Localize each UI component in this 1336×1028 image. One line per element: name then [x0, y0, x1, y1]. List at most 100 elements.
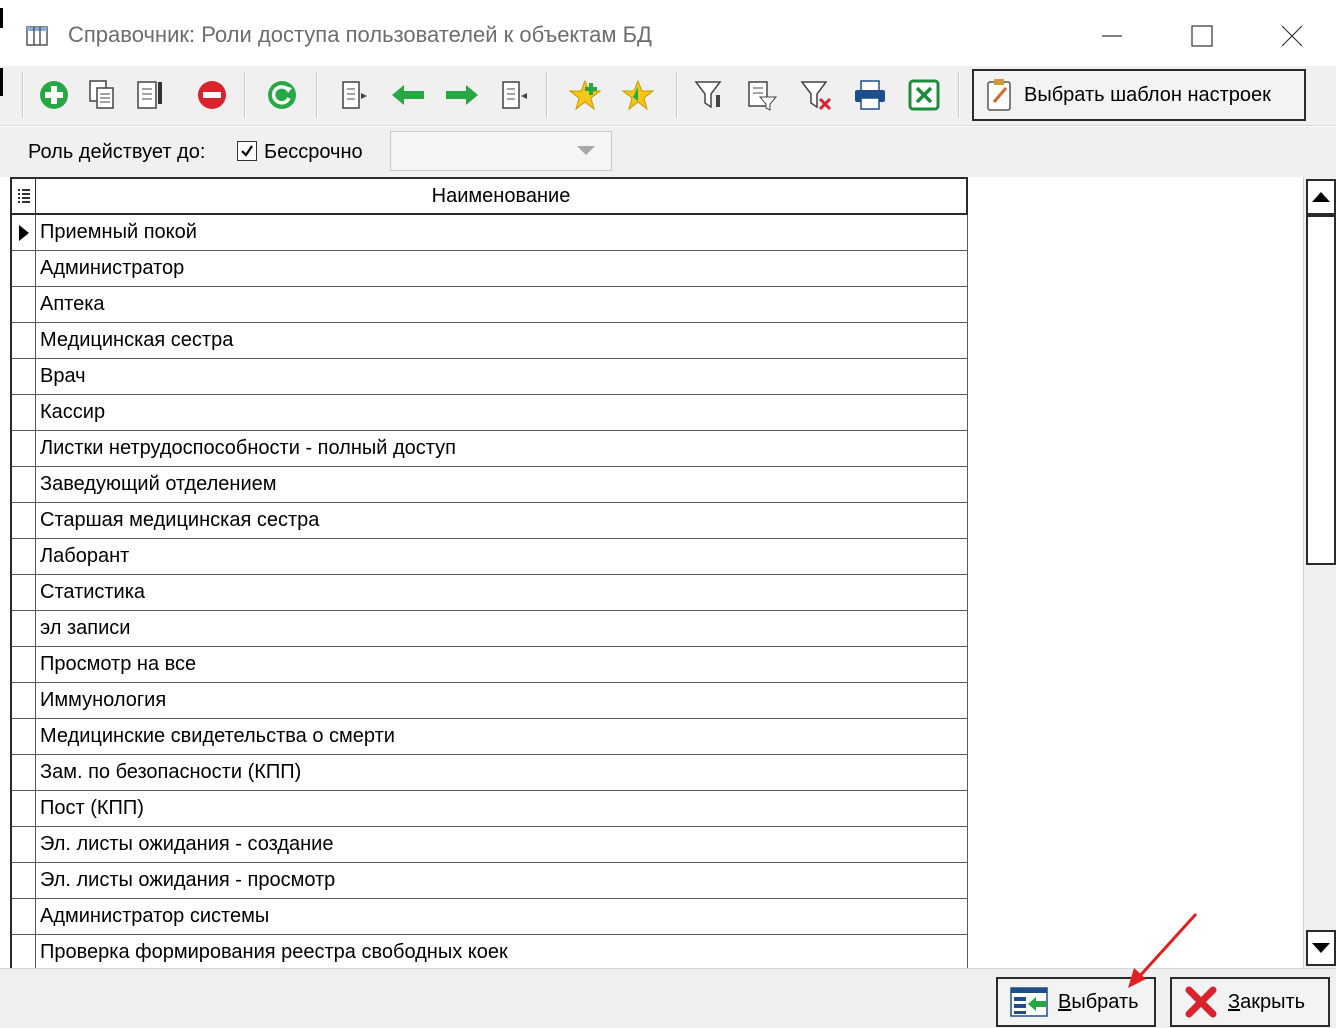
row-name-cell[interactable]: Листки нетрудоспособности - полный досту… [36, 431, 967, 466]
row-indicator[interactable] [12, 683, 36, 718]
table-row[interactable]: Старшая медицинская сестра [10, 503, 968, 539]
edit-button[interactable] [130, 74, 170, 116]
table-row[interactable]: Администратор системы [10, 899, 968, 935]
scroll-thumb[interactable] [1306, 215, 1336, 565]
column-header-name[interactable]: Наименование [36, 179, 966, 213]
table-row[interactable]: Зам. по безопасности (КПП) [10, 755, 968, 791]
row-indicator[interactable] [12, 647, 36, 682]
row-name-cell[interactable]: Иммунология [36, 683, 967, 718]
row-indicator[interactable] [12, 575, 36, 610]
select-button[interactable]: Выбрать [996, 977, 1156, 1027]
row-indicator[interactable] [12, 395, 36, 430]
arrow-right-button[interactable] [442, 74, 482, 116]
row-name-cell[interactable]: Аптека [36, 287, 967, 322]
add-button[interactable] [34, 74, 74, 116]
favorite-icon [621, 79, 655, 111]
scroll-down-button[interactable] [1306, 930, 1336, 966]
row-indicator[interactable] [12, 791, 36, 826]
row-name-cell[interactable]: Эл. листы ожидания - просмотр [36, 863, 967, 898]
close-red-x-icon [1185, 986, 1217, 1018]
row-name-cell[interactable]: Эл. листы ожидания - создание [36, 827, 967, 862]
table-row[interactable]: Просмотр на все [10, 647, 968, 683]
row-indicator[interactable] [12, 539, 36, 574]
row-name-cell[interactable]: Кассир [36, 395, 967, 430]
table-row[interactable]: Администратор [10, 251, 968, 287]
table-row[interactable]: Лаборант [10, 539, 968, 575]
table-row[interactable]: Эл. листы ожидания - просмотр [10, 863, 968, 899]
close-window-button[interactable] [1262, 14, 1322, 58]
row-indicator[interactable] [12, 359, 36, 394]
row-indicator[interactable] [12, 503, 36, 538]
row-name-cell[interactable]: Статистика [36, 575, 967, 610]
table-row[interactable]: Приемный покой [10, 215, 968, 251]
role-valid-until-date-combo[interactable] [390, 131, 612, 171]
filter-button[interactable] [690, 74, 730, 116]
move-right-list-button[interactable] [494, 74, 534, 116]
row-name-cell[interactable]: Проверка формирования реестра свободных … [36, 935, 967, 970]
row-name-cell[interactable]: Заведующий отделением [36, 467, 967, 502]
row-name-cell[interactable]: Приемный покой [36, 215, 967, 250]
table-row[interactable]: Иммунология [10, 683, 968, 719]
row-indicator[interactable] [12, 827, 36, 862]
table-row[interactable]: Медицинская сестра [10, 323, 968, 359]
filter-edit-button[interactable] [742, 74, 782, 116]
favorite-button[interactable] [618, 74, 658, 116]
delete-button[interactable] [192, 74, 232, 116]
table-row[interactable]: Пост (КПП) [10, 791, 968, 827]
vertical-scrollbar[interactable] [1303, 177, 1336, 968]
print-button[interactable] [850, 74, 890, 116]
copy-button[interactable] [82, 74, 122, 116]
arrow-left-button[interactable] [388, 74, 428, 116]
row-name-cell[interactable]: Администратор системы [36, 899, 967, 934]
row-name-cell[interactable]: Зам. по безопасности (КПП) [36, 755, 967, 790]
row-indicator[interactable] [12, 863, 36, 898]
row-indicator[interactable] [12, 323, 36, 358]
indefinite-label[interactable]: Бессрочно [264, 141, 363, 164]
table-row[interactable]: Статистика [10, 575, 968, 611]
table-row[interactable]: Листки нетрудоспособности - полный досту… [10, 431, 968, 467]
row-name-cell[interactable]: Медицинские свидетельства о смерти [36, 719, 967, 754]
row-name-cell[interactable]: Пост (КПП) [36, 791, 967, 826]
table-row[interactable]: Заведующий отделением [10, 467, 968, 503]
refresh-button[interactable] [262, 74, 302, 116]
row-indicator[interactable] [12, 287, 36, 322]
row-indicator[interactable] [12, 611, 36, 646]
filter-clear-button[interactable] [796, 74, 836, 116]
indefinite-checkbox[interactable] [237, 141, 257, 161]
row-indicator[interactable] [12, 935, 36, 970]
maximize-button[interactable] [1172, 14, 1232, 58]
row-indicator[interactable] [12, 431, 36, 466]
table-icon [26, 26, 48, 46]
table-row[interactable]: Аптека [10, 287, 968, 323]
row-indicator[interactable] [12, 719, 36, 754]
table-row[interactable]: Врач [10, 359, 968, 395]
row-indicator[interactable] [12, 467, 36, 502]
row-name-cell[interactable]: Лаборант [36, 539, 967, 574]
edit-icon [137, 81, 162, 109]
row-indicator[interactable] [12, 215, 36, 250]
arrow-right-icon [446, 85, 478, 105]
select-settings-template-button[interactable]: Выбрать шаблон настроек [972, 69, 1306, 121]
close-button[interactable]: Закрыть [1170, 977, 1330, 1027]
table-row[interactable]: Медицинские свидетельства о смерти [10, 719, 968, 755]
table-row[interactable]: эл записи [10, 611, 968, 647]
table-row[interactable]: Проверка формирования реестра свободных … [10, 935, 968, 971]
table-row[interactable]: Кассир [10, 395, 968, 431]
row-name-cell[interactable]: Администратор [36, 251, 967, 286]
minimize-button[interactable] [1082, 14, 1142, 58]
row-name-cell[interactable]: Врач [36, 359, 967, 394]
scroll-up-button[interactable] [1306, 179, 1336, 215]
row-name-cell[interactable]: Просмотр на все [36, 647, 967, 682]
row-indicator[interactable] [12, 899, 36, 934]
row-indicator[interactable] [12, 251, 36, 286]
row-name-cell[interactable]: Старшая медицинская сестра [36, 503, 967, 538]
move-left-list-button[interactable] [334, 74, 374, 116]
favorite-add-button[interactable] [566, 74, 606, 116]
column-chooser-button[interactable] [12, 179, 36, 213]
excel-export-button[interactable] [904, 74, 944, 116]
table-row[interactable]: Эл. листы ожидания - создание [10, 827, 968, 863]
row-name-cell[interactable]: Медицинская сестра [36, 323, 967, 358]
row-indicator[interactable] [12, 755, 36, 790]
row-name-cell[interactable]: эл записи [36, 611, 967, 646]
favorite-add-icon [569, 79, 602, 111]
